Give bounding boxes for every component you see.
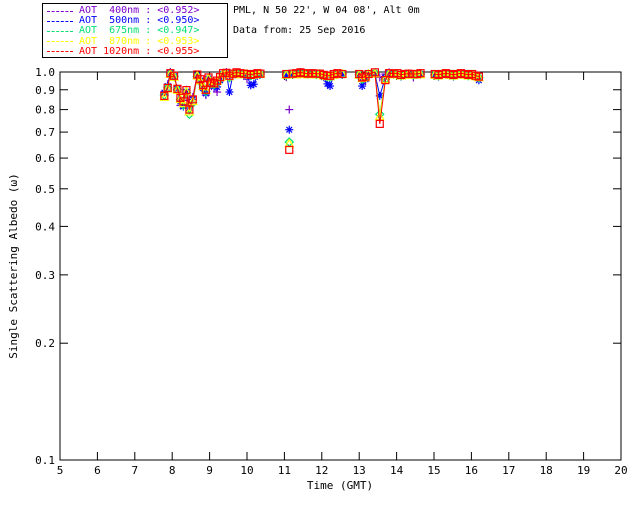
y-tick-label: 0.4 [35, 220, 55, 233]
data-date-text: Data from: 25 Sep 2016 [233, 25, 366, 36]
dashed-line-swatch-500nm [47, 20, 73, 22]
x-tick-label: 14 [390, 464, 404, 477]
x-tick-label: 17 [502, 464, 515, 477]
y-tick-label: 0.1 [35, 454, 55, 467]
y-tick-label: 0.3 [35, 269, 55, 282]
y-tick-label: 0.5 [35, 183, 55, 196]
x-tick-label: 10 [240, 464, 253, 477]
title-block: PML, N 50 22', W 04 08', Alt 0m Data fro… [233, 6, 420, 36]
ssa-plot-screen: 5 6 7 8 9 10 11 12 13 14 15 16 17 18 19 20 1.0 0.9 0.8 0.7 0… [0, 0, 640, 512]
x-tick-label: 8 [169, 464, 176, 477]
y-tick-label: 0.7 [35, 126, 55, 139]
x-tick-label: 20 [614, 464, 627, 477]
series-aot-1020nm [160, 68, 483, 154]
legend-item: AOT 1020nm : <0.955> [47, 45, 227, 57]
x-tick-label: 12 [315, 464, 328, 477]
legend-label-675nm: AOT 675nm : <0.947> [79, 25, 200, 37]
y-tick-label: 0.9 [35, 84, 55, 97]
x-tick-label: 15 [427, 464, 440, 477]
plot-axes: 5 6 7 8 9 10 11 12 13 14 15 16 17 18 19 20 1.0 0.9 0.8 0.7 0… [35, 66, 628, 477]
y-axis-title: Single Scattering Albedo (ω) [7, 173, 20, 358]
x-tick-label: 13 [353, 464, 366, 477]
x-axis-title: Time (GMT) [307, 479, 373, 492]
x-tick-label: 7 [131, 464, 138, 477]
y-tick-label: 0.2 [35, 337, 55, 350]
dashed-line-swatch-870nm [47, 41, 73, 43]
x-tick-label: 9 [206, 464, 213, 477]
dashed-line-swatch-675nm [47, 30, 73, 32]
dashed-line-swatch-1020nm [47, 51, 73, 53]
legend-label-1020nm: AOT 1020nm : <0.955> [79, 45, 200, 57]
y-tick-label: 1.0 [35, 66, 55, 79]
x-tick-label: 16 [465, 464, 478, 477]
x-tick-label: 11 [278, 464, 291, 477]
plot-frame [59, 71, 622, 461]
ssa-chart: 5 6 7 8 9 10 11 12 13 14 15 16 17 18 19 20 1.0 0.9 0.8 0.7 0… [7, 66, 628, 492]
y-tick-label: 0.6 [35, 152, 55, 165]
site-location-text: PML, N 50 22', W 04 08', Alt 0m [233, 5, 420, 16]
x-tick-label: 5 [57, 464, 64, 477]
plot-data-series [159, 68, 484, 154]
y-tick-label: 0.8 [35, 104, 55, 117]
legend: AOT 400nm : <0.952> AOT 500nm : <0.950> … [42, 3, 228, 58]
x-tick-label: 18 [540, 464, 553, 477]
x-tick-label: 6 [94, 464, 101, 477]
dashed-line-swatch-400nm [47, 10, 73, 12]
square-marker [285, 145, 294, 154]
x-tick-label: 19 [577, 464, 590, 477]
